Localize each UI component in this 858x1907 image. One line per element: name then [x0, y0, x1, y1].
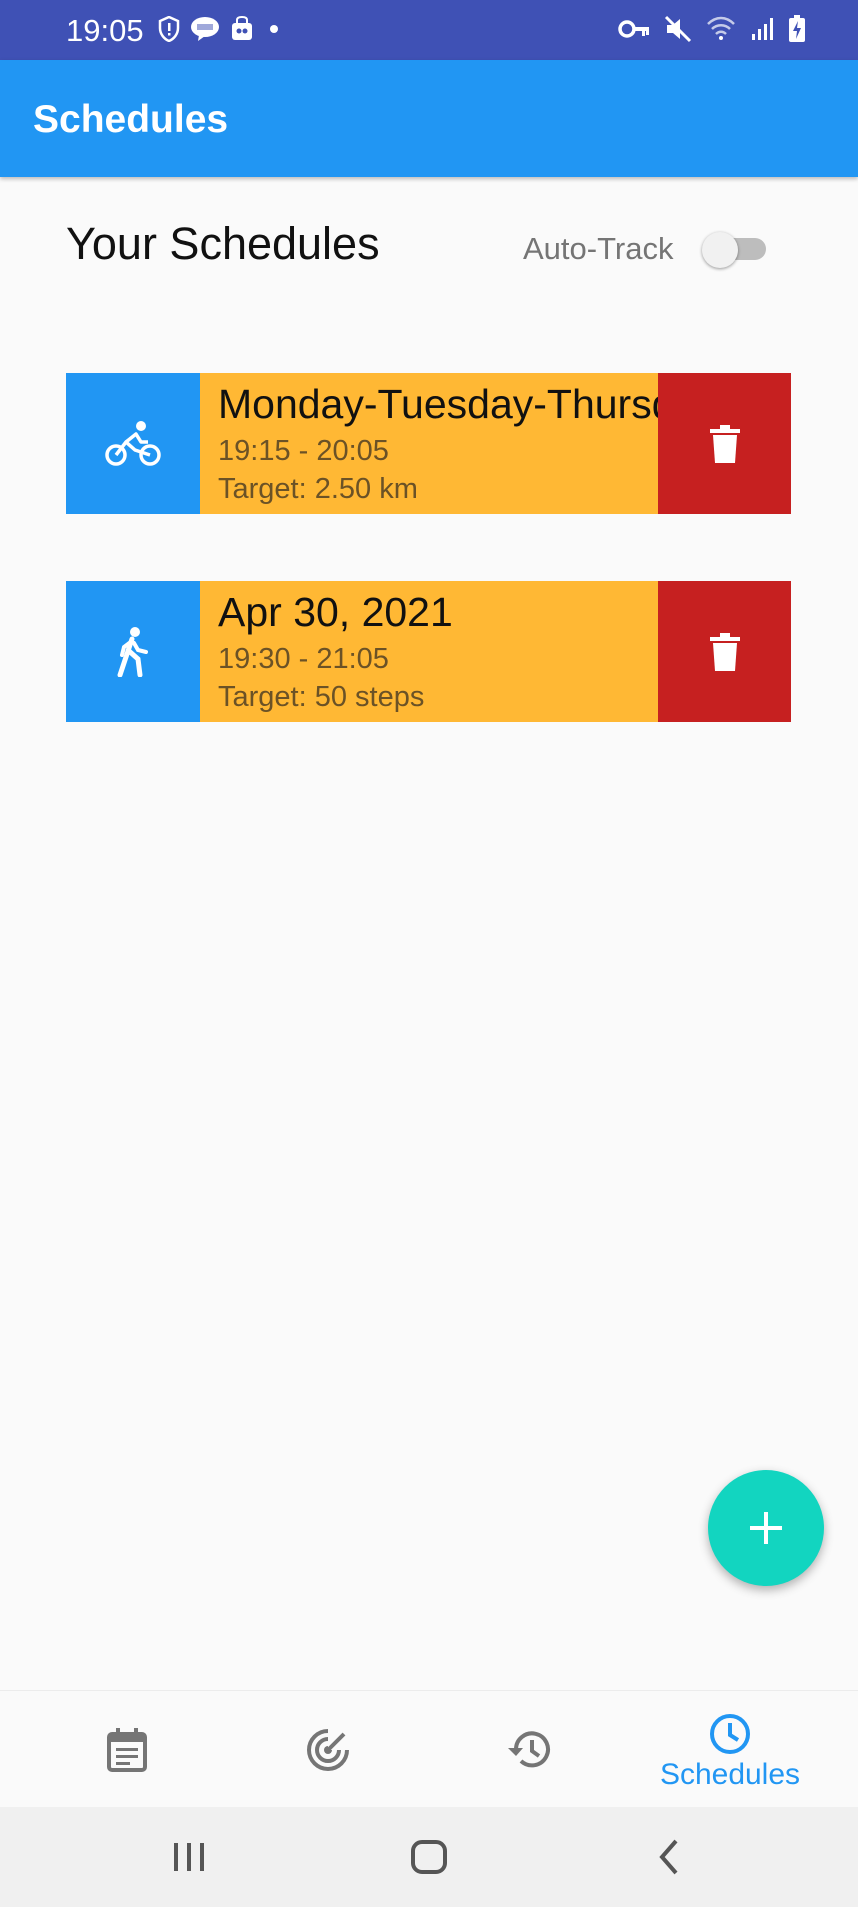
walking-icon: [117, 626, 148, 677]
recent-apps-button[interactable]: [172, 1837, 206, 1877]
nav-item-calendar[interactable]: [20, 1691, 234, 1808]
status-time: 19:05: [66, 13, 144, 48]
schedule-time: 19:15 - 20:05: [218, 435, 389, 467]
dot-icon: [270, 25, 278, 33]
add-schedule-button[interactable]: [708, 1470, 824, 1586]
delete-schedule-button[interactable]: [658, 373, 791, 514]
signal-icon: [752, 18, 773, 40]
app-title: Schedules: [33, 98, 229, 141]
auto-track-toggle[interactable]: [702, 230, 768, 268]
system-navigation-bar: [0, 1807, 858, 1907]
schedule-target: Target: 50 steps: [218, 681, 425, 713]
mute-icon: [664, 15, 692, 43]
home-button[interactable]: [410, 1837, 448, 1877]
activity-icon-box: [66, 581, 200, 722]
battery-charging-icon: [789, 15, 805, 42]
bottom-navigation: Schedules: [0, 1690, 858, 1808]
wifi-icon: [707, 16, 735, 40]
shield-icon: [158, 16, 180, 42]
history-icon: [508, 1731, 550, 1768]
nav-item-schedules[interactable]: Schedules: [623, 1691, 837, 1808]
status-bar: 19:05: [0, 0, 858, 60]
nav-label-schedules: Schedules: [659, 1758, 801, 1791]
schedule-title: Apr 30, 2021: [218, 589, 453, 635]
app-bar: Schedules: [0, 60, 858, 177]
page-title: Your Schedules: [66, 218, 380, 269]
bicycle-icon: [105, 420, 161, 466]
delete-schedule-button[interactable]: [658, 581, 791, 722]
schedule-card[interactable]: Apr 30, 2021 19:30 - 21:05 Target: 50 st…: [66, 581, 791, 722]
plus-icon: [750, 1512, 782, 1544]
trash-icon: [709, 632, 740, 671]
clock-icon: [710, 1714, 750, 1754]
bag-icon: [232, 16, 252, 40]
line-app-icon: [191, 17, 219, 41]
schedule-time: 19:30 - 21:05: [218, 643, 389, 675]
vpn-key-icon: [618, 20, 649, 38]
back-button[interactable]: [654, 1837, 684, 1877]
nav-item-history[interactable]: [422, 1691, 636, 1808]
nav-item-tracker[interactable]: [221, 1691, 435, 1808]
schedule-card[interactable]: Monday-Tuesday-Thursday 19:15 - 20:05 Ta…: [66, 373, 791, 514]
target-icon: [307, 1728, 350, 1771]
toggle-thumb: [702, 232, 738, 268]
auto-track-label: Auto-Track: [523, 231, 674, 266]
activity-icon-box: [66, 373, 200, 514]
schedule-title: Monday-Tuesday-Thursday: [218, 381, 658, 427]
calendar-icon: [107, 1728, 147, 1772]
schedule-target: Target: 2.50 km: [218, 473, 418, 505]
trash-icon: [709, 424, 740, 463]
